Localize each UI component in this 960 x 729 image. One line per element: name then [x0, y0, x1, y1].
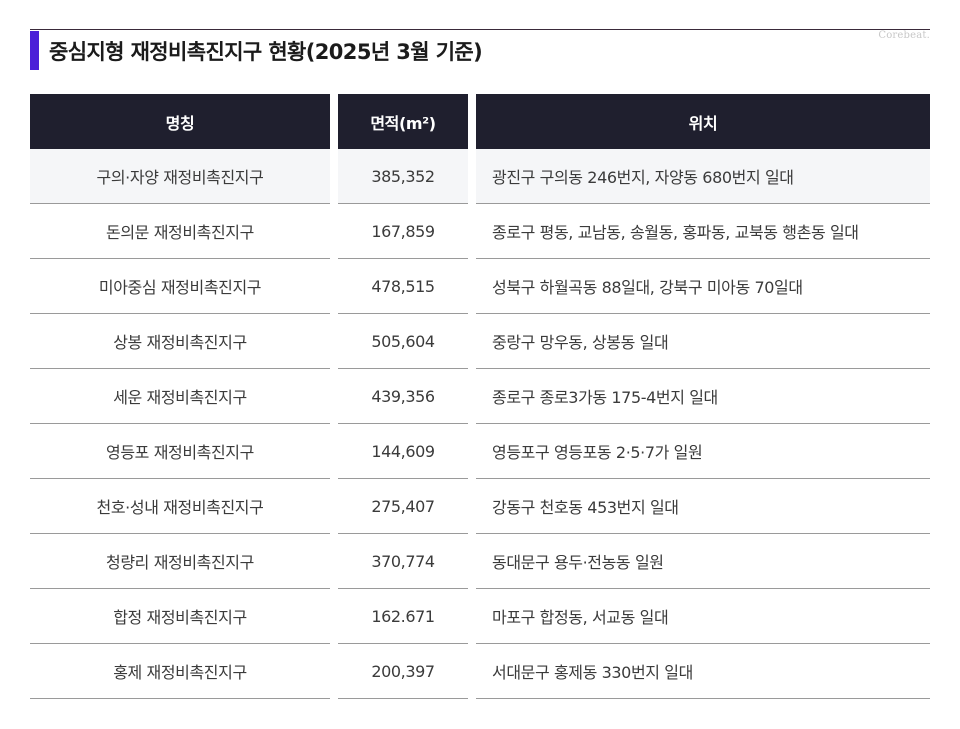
table-row: 미아중심 재정비촉진지구 478,515 성북구 하월곡동 88일대, 강북구 … — [30, 259, 930, 314]
table-row: 상봉 재정비촉진지구 505,604 중랑구 망우동, 상봉동 일대 — [30, 314, 930, 369]
cell-area: 200,397 — [338, 644, 468, 699]
header-name: 명칭 — [30, 94, 330, 149]
top-divider — [30, 29, 930, 30]
cell-name: 미아중심 재정비촉진지구 — [30, 259, 330, 314]
cell-area: 478,515 — [338, 259, 468, 314]
cell-location: 강동구 천호동 453번지 일대 — [476, 479, 930, 534]
table-row: 천호·성내 재정비촉진지구 275,407 강동구 천호동 453번지 일대 — [30, 479, 930, 534]
cell-location: 동대문구 용두·전농동 일원 — [476, 534, 930, 589]
cell-name: 천호·성내 재정비촉진지구 — [30, 479, 330, 534]
table-row: 합정 재정비촉진지구 162.671 마포구 합정동, 서교동 일대 — [30, 589, 930, 644]
header-area: 면적(m²) — [338, 94, 468, 149]
page: Corebeat. 중심지형 재정비촉진지구 현황(2025년 3월 기준) 명… — [0, 0, 960, 729]
header-location: 위치 — [476, 94, 930, 149]
cell-area: 275,407 — [338, 479, 468, 534]
cell-area: 385,352 — [338, 149, 468, 204]
table-header-row: 명칭 면적(m²) 위치 — [30, 94, 930, 149]
cell-location: 성북구 하월곡동 88일대, 강북구 미아동 70일대 — [476, 259, 930, 314]
cell-name: 구의·자양 재정비촉진지구 — [30, 149, 330, 204]
cell-location: 영등포구 영등포동 2·5·7가 일원 — [476, 424, 930, 479]
cell-area: 167,859 — [338, 204, 468, 259]
cell-area: 370,774 — [338, 534, 468, 589]
cell-area: 505,604 — [338, 314, 468, 369]
cell-name: 세운 재정비촉진지구 — [30, 369, 330, 424]
table-row: 청량리 재정비촉진지구 370,774 동대문구 용두·전농동 일원 — [30, 534, 930, 589]
cell-location: 종로구 평동, 교남동, 송월동, 홍파동, 교북동 행촌동 일대 — [476, 204, 930, 259]
table-row: 영등포 재정비촉진지구 144,609 영등포구 영등포동 2·5·7가 일원 — [30, 424, 930, 479]
cell-location: 서대문구 홍제동 330번지 일대 — [476, 644, 930, 699]
table-row: 구의·자양 재정비촉진지구 385,352 광진구 구의동 246번지, 자양동… — [30, 149, 930, 204]
district-table: 명칭 면적(m²) 위치 구의·자양 재정비촉진지구 385,352 광진구 구… — [30, 94, 930, 699]
cell-area: 162.671 — [338, 589, 468, 644]
cell-location: 중랑구 망우동, 상봉동 일대 — [476, 314, 930, 369]
cell-name: 홍제 재정비촉진지구 — [30, 644, 330, 699]
table-row: 돈의문 재정비촉진지구 167,859 종로구 평동, 교남동, 송월동, 홍파… — [30, 204, 930, 259]
cell-name: 영등포 재정비촉진지구 — [30, 424, 330, 479]
page-title: 중심지형 재정비촉진지구 현황(2025년 3월 기준) — [49, 40, 483, 64]
cell-location: 광진구 구의동 246번지, 자양동 680번지 일대 — [476, 149, 930, 204]
watermark: Corebeat. — [878, 30, 930, 41]
table-row: 세운 재정비촉진지구 439,356 종로구 종로3가동 175-4번지 일대 — [30, 369, 930, 424]
table-row: 홍제 재정비촉진지구 200,397 서대문구 홍제동 330번지 일대 — [30, 644, 930, 699]
cell-area: 439,356 — [338, 369, 468, 424]
cell-location: 종로구 종로3가동 175-4번지 일대 — [476, 369, 930, 424]
cell-name: 상봉 재정비촉진지구 — [30, 314, 330, 369]
cell-name: 청량리 재정비촉진지구 — [30, 534, 330, 589]
cell-name: 돈의문 재정비촉진지구 — [30, 204, 330, 259]
cell-location: 마포구 합정동, 서교동 일대 — [476, 589, 930, 644]
cell-area: 144,609 — [338, 424, 468, 479]
cell-name: 합정 재정비촉진지구 — [30, 589, 330, 644]
title-accent-bar — [30, 31, 39, 70]
